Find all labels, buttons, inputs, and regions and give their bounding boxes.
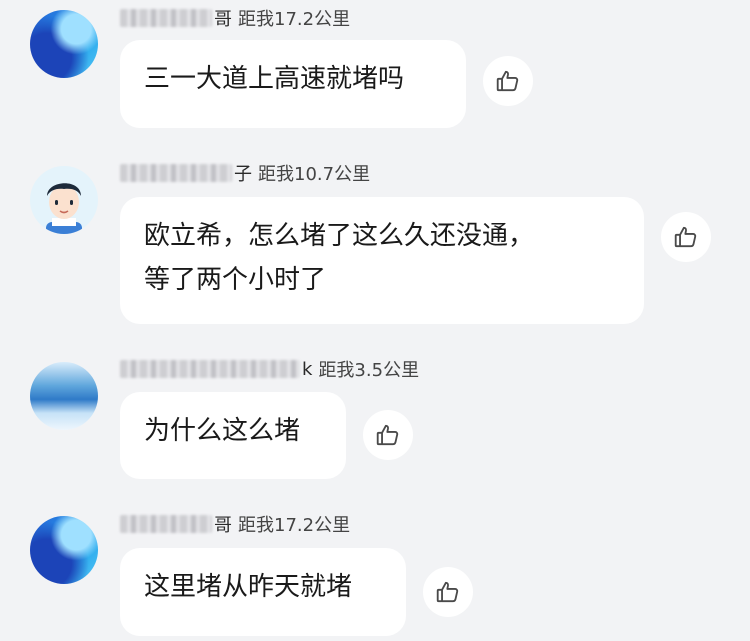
comment-header: k 距我3.5公里 [120, 356, 419, 382]
distance-label: 距我17.2公里 [238, 515, 351, 536]
blurred-username [120, 9, 212, 27]
cartoon-boy-avatar-icon [46, 183, 82, 234]
blurred-username [120, 360, 300, 378]
thumbs-up-icon [496, 70, 519, 92]
comment-text: 这里堵从昨天就堵 [144, 572, 353, 602]
user-avatar[interactable] [30, 362, 98, 430]
comment-text-line: 欧立希，怎么堵了这么久还没通， [144, 221, 535, 251]
user-avatar[interactable] [30, 166, 98, 234]
username-visible-part: k [302, 358, 313, 380]
comment-header: 哥 距我17.2公里 [120, 5, 350, 31]
username-visible-part: 子 [234, 164, 252, 185]
thumbs-up-icon [436, 581, 459, 603]
user-avatar[interactable] [30, 516, 98, 584]
like-button[interactable] [363, 410, 413, 460]
comment-text: 三一大道上高速就堵吗 [144, 64, 405, 94]
thumbs-up-icon [376, 424, 399, 446]
like-button[interactable] [661, 212, 711, 262]
distance-label: 距我3.5公里 [318, 360, 420, 381]
comment-text-line: 等了两个小时了 [144, 265, 327, 295]
username-visible-part: 哥 [214, 9, 232, 30]
comment-header: 哥 距我17.2公里 [120, 511, 350, 537]
comment-text: 为什么这么堵 [144, 416, 301, 446]
comment-header: 子 距我10.7公里 [120, 160, 370, 186]
distance-label: 距我10.7公里 [258, 164, 371, 185]
blurred-username [120, 164, 232, 182]
username-visible-part: 哥 [214, 515, 232, 536]
blurred-username [120, 515, 212, 533]
comment-bubble: 三一大道上高速就堵吗 [120, 40, 466, 128]
comment-bubble: 欧立希，怎么堵了这么久还没通， 等了两个小时了 [120, 197, 644, 324]
comment-bubble: 为什么这么堵 [120, 392, 346, 479]
thumbs-up-icon [674, 226, 697, 248]
distance-label: 距我17.2公里 [238, 9, 351, 30]
like-button[interactable] [423, 567, 473, 617]
like-button[interactable] [483, 56, 533, 106]
comment-bubble: 这里堵从昨天就堵 [120, 548, 406, 636]
user-avatar[interactable] [30, 10, 98, 78]
